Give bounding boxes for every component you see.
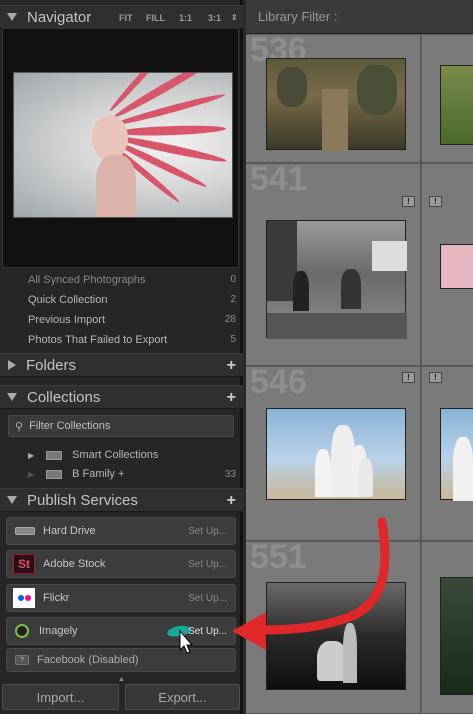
- collections-header[interactable]: Collections +: [0, 385, 243, 409]
- setup-button[interactable]: Set Up...: [188, 526, 227, 537]
- collection-set-icon: [46, 450, 63, 460]
- collection-set-smart[interactable]: ▶ Smart Collections: [28, 448, 236, 462]
- nav-1-1[interactable]: 1:1: [179, 13, 192, 23]
- publish-service-flickr[interactable]: Flickr Set Up...: [6, 584, 236, 612]
- folders-header[interactable]: Folders +: [0, 353, 243, 377]
- expand-triangle-icon[interactable]: ▶: [28, 451, 34, 460]
- collection-count: 33: [224, 468, 236, 480]
- navigator-header[interactable]: Navigator FIT FILL 1:1 3:1 ⇕: [0, 5, 243, 29]
- photo-thumbnail[interactable]: [266, 408, 406, 500]
- collection-label: B Family +: [72, 468, 125, 480]
- collapse-triangle-icon[interactable]: [7, 13, 17, 21]
- service-name: Flickr: [43, 592, 70, 604]
- grid-panel: Library Filter : 536 541 ! ! 546 ! ! 551: [246, 0, 473, 714]
- catalog-row[interactable]: All Synced Photographs 0: [28, 274, 236, 286]
- grid-cell[interactable]: !: [422, 367, 473, 541]
- photo-thumbnail[interactable]: [266, 58, 406, 151]
- cell-index: 541: [250, 164, 307, 198]
- publish-service-imagely[interactable]: Imagely Set Up...: [6, 617, 236, 645]
- publish-service-hard-drive[interactable]: Hard Drive Set Up...: [6, 517, 236, 545]
- publish-services-header[interactable]: Publish Services +: [0, 488, 243, 512]
- grid-cell[interactable]: [422, 35, 473, 163]
- left-panel: Navigator FIT FILL 1:1 3:1 ⇕ All Synced …: [0, 0, 243, 714]
- publish-service-adobe-stock[interactable]: St Adobe Stock Set Up...: [6, 550, 236, 578]
- add-collection-icon[interactable]: +: [227, 389, 236, 407]
- zoom-stepper-icon[interactable]: ⇕: [231, 13, 238, 22]
- export-button[interactable]: Export...: [125, 684, 240, 710]
- publish-service-facebook[interactable]: ? Facebook (Disabled): [6, 648, 236, 672]
- catalog-row-count: 5: [230, 334, 236, 345]
- collapse-triangle-icon[interactable]: [7, 496, 17, 504]
- catalog-row-label: All Synced Photographs: [28, 274, 146, 286]
- catalog-row[interactable]: Quick Collection 2: [28, 294, 236, 306]
- catalog-row-count: 28: [224, 314, 236, 325]
- catalog-row-label: Quick Collection: [28, 294, 108, 306]
- setup-button[interactable]: Set Up...: [188, 593, 227, 604]
- warning-badge[interactable]: !: [402, 196, 415, 207]
- photo-thumbnail[interactable]: [440, 65, 473, 145]
- catalog-row-count: 2: [230, 294, 236, 305]
- facebook-icon: ?: [15, 655, 29, 665]
- grid-cell[interactable]: 551: [246, 542, 421, 714]
- expand-triangle-icon[interactable]: [8, 360, 16, 370]
- add-folder-icon[interactable]: +: [227, 357, 236, 375]
- setup-button[interactable]: Set Up...: [188, 559, 227, 570]
- catalog-row[interactable]: Photos That Failed to Export 5: [28, 334, 236, 346]
- grid-cell[interactable]: 536: [246, 35, 421, 163]
- grid-cell[interactable]: [422, 542, 473, 714]
- navigator-preview[interactable]: [2, 28, 239, 268]
- grid-cell[interactable]: 541 !: [246, 164, 421, 366]
- collections-title: Collections: [27, 388, 101, 406]
- search-icon: ⚲: [15, 420, 24, 433]
- warning-badge[interactable]: !: [402, 372, 415, 383]
- warning-badge[interactable]: !: [429, 196, 442, 207]
- photo-thumbnail[interactable]: [266, 582, 406, 690]
- navigator-title: Navigator: [27, 8, 92, 26]
- library-filter-bar: Library Filter :: [246, 0, 473, 34]
- photo-thumbnail[interactable]: [266, 220, 407, 339]
- grid-cell[interactable]: 546 !: [246, 367, 421, 541]
- import-button[interactable]: Import...: [2, 684, 119, 710]
- nav-3-1[interactable]: 3:1: [208, 13, 221, 23]
- warning-badge[interactable]: !: [429, 372, 442, 383]
- publish-services-title: Publish Services: [27, 491, 138, 509]
- collection-set-icon: [46, 469, 63, 479]
- collapse-triangle-icon[interactable]: [7, 393, 17, 401]
- photo-thumbnail[interactable]: [440, 577, 473, 695]
- collection-b-family[interactable]: ▶ B Family + 33: [28, 467, 236, 481]
- folders-title: Folders: [26, 356, 77, 374]
- nav-fit[interactable]: FIT: [119, 13, 133, 23]
- photo-thumbnail[interactable]: [440, 244, 473, 289]
- cell-index: 551: [250, 542, 307, 576]
- nav-fill[interactable]: FILL: [146, 13, 165, 23]
- hard-drive-icon: [15, 527, 35, 535]
- service-name: Hard Drive: [43, 525, 96, 537]
- preview-photo: [13, 72, 233, 218]
- service-name: Facebook (Disabled): [37, 654, 139, 666]
- catalog-row-label: Previous Import: [28, 314, 106, 326]
- service-name: Imagely: [39, 625, 78, 637]
- expand-triangle-icon[interactable]: ▶: [28, 470, 34, 479]
- filter-collections-placeholder: Filter Collections: [29, 420, 111, 432]
- filter-collections-input[interactable]: ⚲ Filter Collections: [8, 415, 234, 437]
- catalog-row-count: 0: [230, 274, 236, 285]
- library-filter-title: Library Filter :: [258, 9, 338, 24]
- add-publish-service-icon[interactable]: +: [227, 492, 236, 510]
- catalog-row[interactable]: Previous Import 28: [28, 314, 236, 326]
- cell-index: 546: [250, 367, 307, 401]
- photo-thumbnail[interactable]: [440, 408, 473, 501]
- panel-end-icon: ▲: [118, 676, 125, 683]
- flickr-icon: [13, 588, 35, 608]
- setup-button[interactable]: Set Up...: [188, 626, 227, 637]
- imagely-icon: [15, 624, 29, 638]
- adobe-stock-icon: St: [13, 554, 35, 574]
- grid-cell[interactable]: !: [422, 164, 473, 366]
- collection-label: Smart Collections: [72, 449, 159, 461]
- service-name: Adobe Stock: [43, 558, 106, 570]
- catalog-row-label: Photos That Failed to Export: [28, 334, 168, 346]
